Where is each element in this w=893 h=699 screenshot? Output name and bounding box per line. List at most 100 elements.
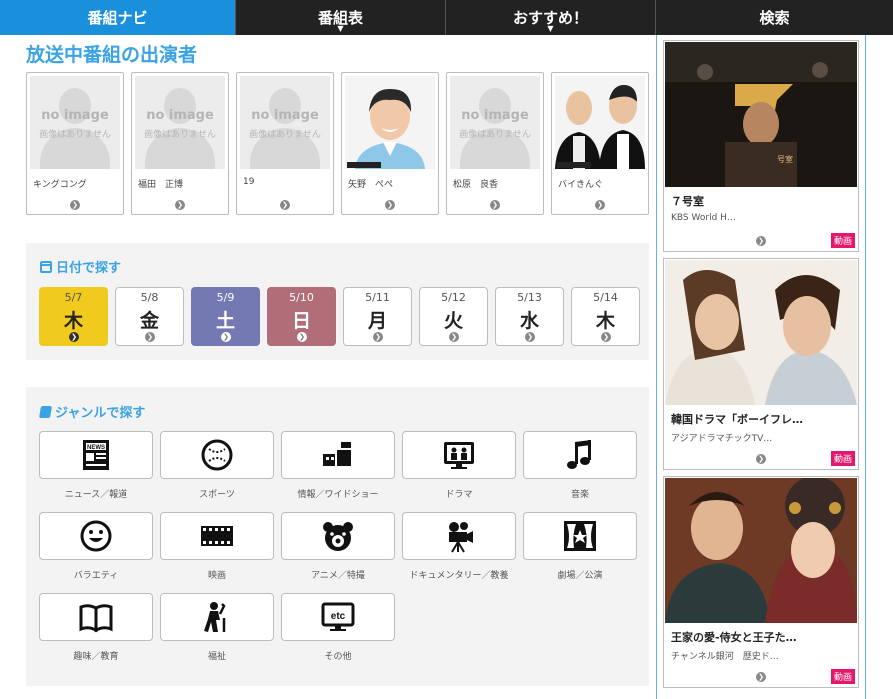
no-image-text: no image: [461, 108, 529, 123]
welfare-icon: [204, 602, 226, 632]
genre-item-other: etc その他: [281, 593, 395, 674]
chevron-right-icon: ❯: [756, 672, 766, 682]
genre-button-hobby[interactable]: [39, 593, 153, 641]
cast-card[interactable]: no image 画像はありません 松原 良香 ❯: [446, 72, 544, 215]
day-date: 5/7: [64, 291, 83, 304]
genre-button-drama[interactable]: [402, 431, 516, 479]
day-date: 5/8: [140, 291, 159, 304]
genre-item-music: 音楽: [523, 431, 637, 512]
nav-tab-search[interactable]: 検索: [656, 0, 893, 35]
program-title: ７号室: [671, 195, 704, 208]
day-list: 5/7 木 ❯ 5/8 金 ❯ 5/9 土 ❯ 5/10 日 ❯ 5/11 月 …: [39, 287, 640, 346]
chevron-right-icon: ❯: [595, 200, 605, 210]
recommend-card[interactable]: 王家の愛-侍女と王子た… チャンネル銀河 歴史ド… ❯ 動画: [663, 476, 859, 688]
no-image-placeholder: no image 画像はありません: [30, 76, 120, 169]
genre-item-news: NEWS ニュース／報道: [39, 431, 153, 512]
no-image-subtext: 画像はありません: [249, 130, 321, 140]
genre-label: 劇場／公演: [557, 571, 603, 581]
cast-card[interactable]: no image 画像はありません 19 ❯: [236, 72, 334, 215]
day-button[interactable]: 5/10 日 ❯: [267, 287, 336, 346]
chevron-right-icon: ❯: [70, 200, 80, 210]
chevron-right-icon: ❯: [280, 200, 290, 210]
nav-tab-bangumi-navi[interactable]: 番組ナビ: [0, 0, 236, 35]
genre-label: 福祉: [207, 652, 226, 662]
genre-item-anime: アニメ／特撮: [281, 512, 395, 593]
nav-tab-label: 検索: [759, 9, 790, 27]
day-button[interactable]: 5/14 木 ❯: [571, 287, 640, 346]
recommend-card[interactable]: 韓国ドラマ「ボーイフレ… アジアドラマチックTV… ❯ 動画: [663, 258, 859, 470]
genre-item-documentary: ドキュメンタリー／教養: [402, 512, 516, 593]
genre-search-title-text: ジャンルで探す: [55, 406, 146, 421]
genre-label: ニュース／報道: [64, 490, 128, 500]
page-margin: [866, 35, 893, 699]
nav-tab-recommend[interactable]: おすすめ！ ▼: [446, 0, 656, 35]
genre-button-news[interactable]: NEWS: [39, 431, 153, 479]
chevron-right-icon: ❯: [221, 332, 231, 342]
no-image-subtext: 画像はありません: [144, 130, 216, 140]
cast-card[interactable]: no image 画像はありません キングコング ❯: [26, 72, 124, 215]
no-image-placeholder: no image 画像はありません: [135, 76, 225, 169]
chevron-right-icon: ❯: [449, 332, 459, 342]
cast-photo: [345, 76, 435, 169]
recommend-card[interactable]: 号室 ７号室 KBS World H… ❯ 動画: [663, 40, 859, 252]
day-date: 5/13: [517, 291, 542, 304]
day-button[interactable]: 5/13 水 ❯: [495, 287, 564, 346]
genre-label: ドラマ: [445, 490, 473, 500]
day-button[interactable]: 5/11 月 ❯: [343, 287, 412, 346]
genre-item-sports: スポーツ: [160, 431, 274, 512]
genre-button-variety[interactable]: [39, 512, 153, 560]
no-image-text: no image: [146, 108, 214, 123]
chevron-right-icon: ❯: [756, 454, 766, 464]
genre-button-documentary[interactable]: [402, 512, 516, 560]
chevron-right-icon: ❯: [175, 200, 185, 210]
genre-button-stage[interactable]: [523, 512, 637, 560]
tag-icon: [38, 405, 53, 418]
poster-image: [665, 478, 857, 623]
day-button[interactable]: 5/12 火 ❯: [419, 287, 488, 346]
genre-button-music[interactable]: [523, 431, 637, 479]
day-date: 5/11: [365, 291, 390, 304]
nav-tab-program-guide[interactable]: 番組表 ▼: [236, 0, 446, 35]
date-search-title-text: 日付で探す: [56, 261, 122, 276]
cast-card[interactable]: バイきんぐ ❯: [551, 72, 649, 215]
day-date: 5/9: [216, 291, 235, 304]
cast-card[interactable]: 矢野 ぺぺ ❯: [341, 72, 439, 215]
day-weekday: 水: [519, 310, 539, 332]
book-icon: [79, 604, 113, 633]
chevron-right-icon: ❯: [297, 332, 307, 342]
chevron-down-icon: ▼: [337, 24, 344, 33]
poster-image: 号室: [665, 42, 857, 187]
genre-button-movie[interactable]: [160, 512, 274, 560]
cast-card[interactable]: no image 画像はありません 福田 正博 ❯: [131, 72, 229, 215]
genre-item-variety: バラエティ: [39, 512, 153, 593]
cast-name: 19: [243, 177, 255, 187]
recommend-sidebar: 号室 ７号室 KBS World H… ❯ 動画 韓国ドラマ「ボーイフレ… アジ…: [656, 35, 866, 699]
cast-name: キングコング: [33, 180, 87, 190]
cast-name: 矢野 ぺぺ: [348, 180, 394, 190]
day-button[interactable]: 5/8 金 ❯: [115, 287, 184, 346]
drama-tv-icon: [444, 442, 474, 469]
no-image-subtext: 画像はありません: [39, 130, 111, 140]
no-image-placeholder: no image 画像はありません: [240, 76, 330, 169]
genre-button-info-show[interactable]: [281, 431, 395, 479]
program-title: 王家の愛-侍女と王子た…: [671, 631, 797, 644]
day-button[interactable]: 5/7 木 ❯: [39, 287, 108, 346]
day-weekday: 木: [595, 310, 615, 332]
date-search-section: 日付で探す 5/7 木 ❯ 5/8 金 ❯ 5/9 土 ❯ 5/10 日 ❯ 5…: [26, 243, 649, 360]
svg-text:etc: etc: [331, 611, 346, 622]
genre-button-anime[interactable]: [281, 512, 395, 560]
genre-button-sports[interactable]: [160, 431, 274, 479]
cast-section-title: 放送中番組の出演者: [26, 44, 198, 66]
cast-name: 松原 良香: [453, 180, 499, 190]
genre-item-drama: ドラマ: [402, 431, 516, 512]
day-date: 5/14: [593, 291, 618, 304]
no-image-subtext: 画像はありません: [459, 130, 531, 140]
movie-camera-icon: [449, 522, 473, 553]
day-weekday: 木: [63, 310, 83, 332]
day-button[interactable]: 5/9 土 ❯: [191, 287, 260, 346]
genre-item-welfare: 福祉: [160, 593, 274, 674]
genre-button-welfare[interactable]: [160, 593, 274, 641]
genre-grid: NEWS ニュース／報道 スポーツ 情報／ワイドショー ドラマ 音楽 バラエティ…: [39, 431, 637, 674]
genre-button-other[interactable]: etc: [281, 593, 395, 641]
genre-label: スポーツ: [199, 490, 235, 500]
